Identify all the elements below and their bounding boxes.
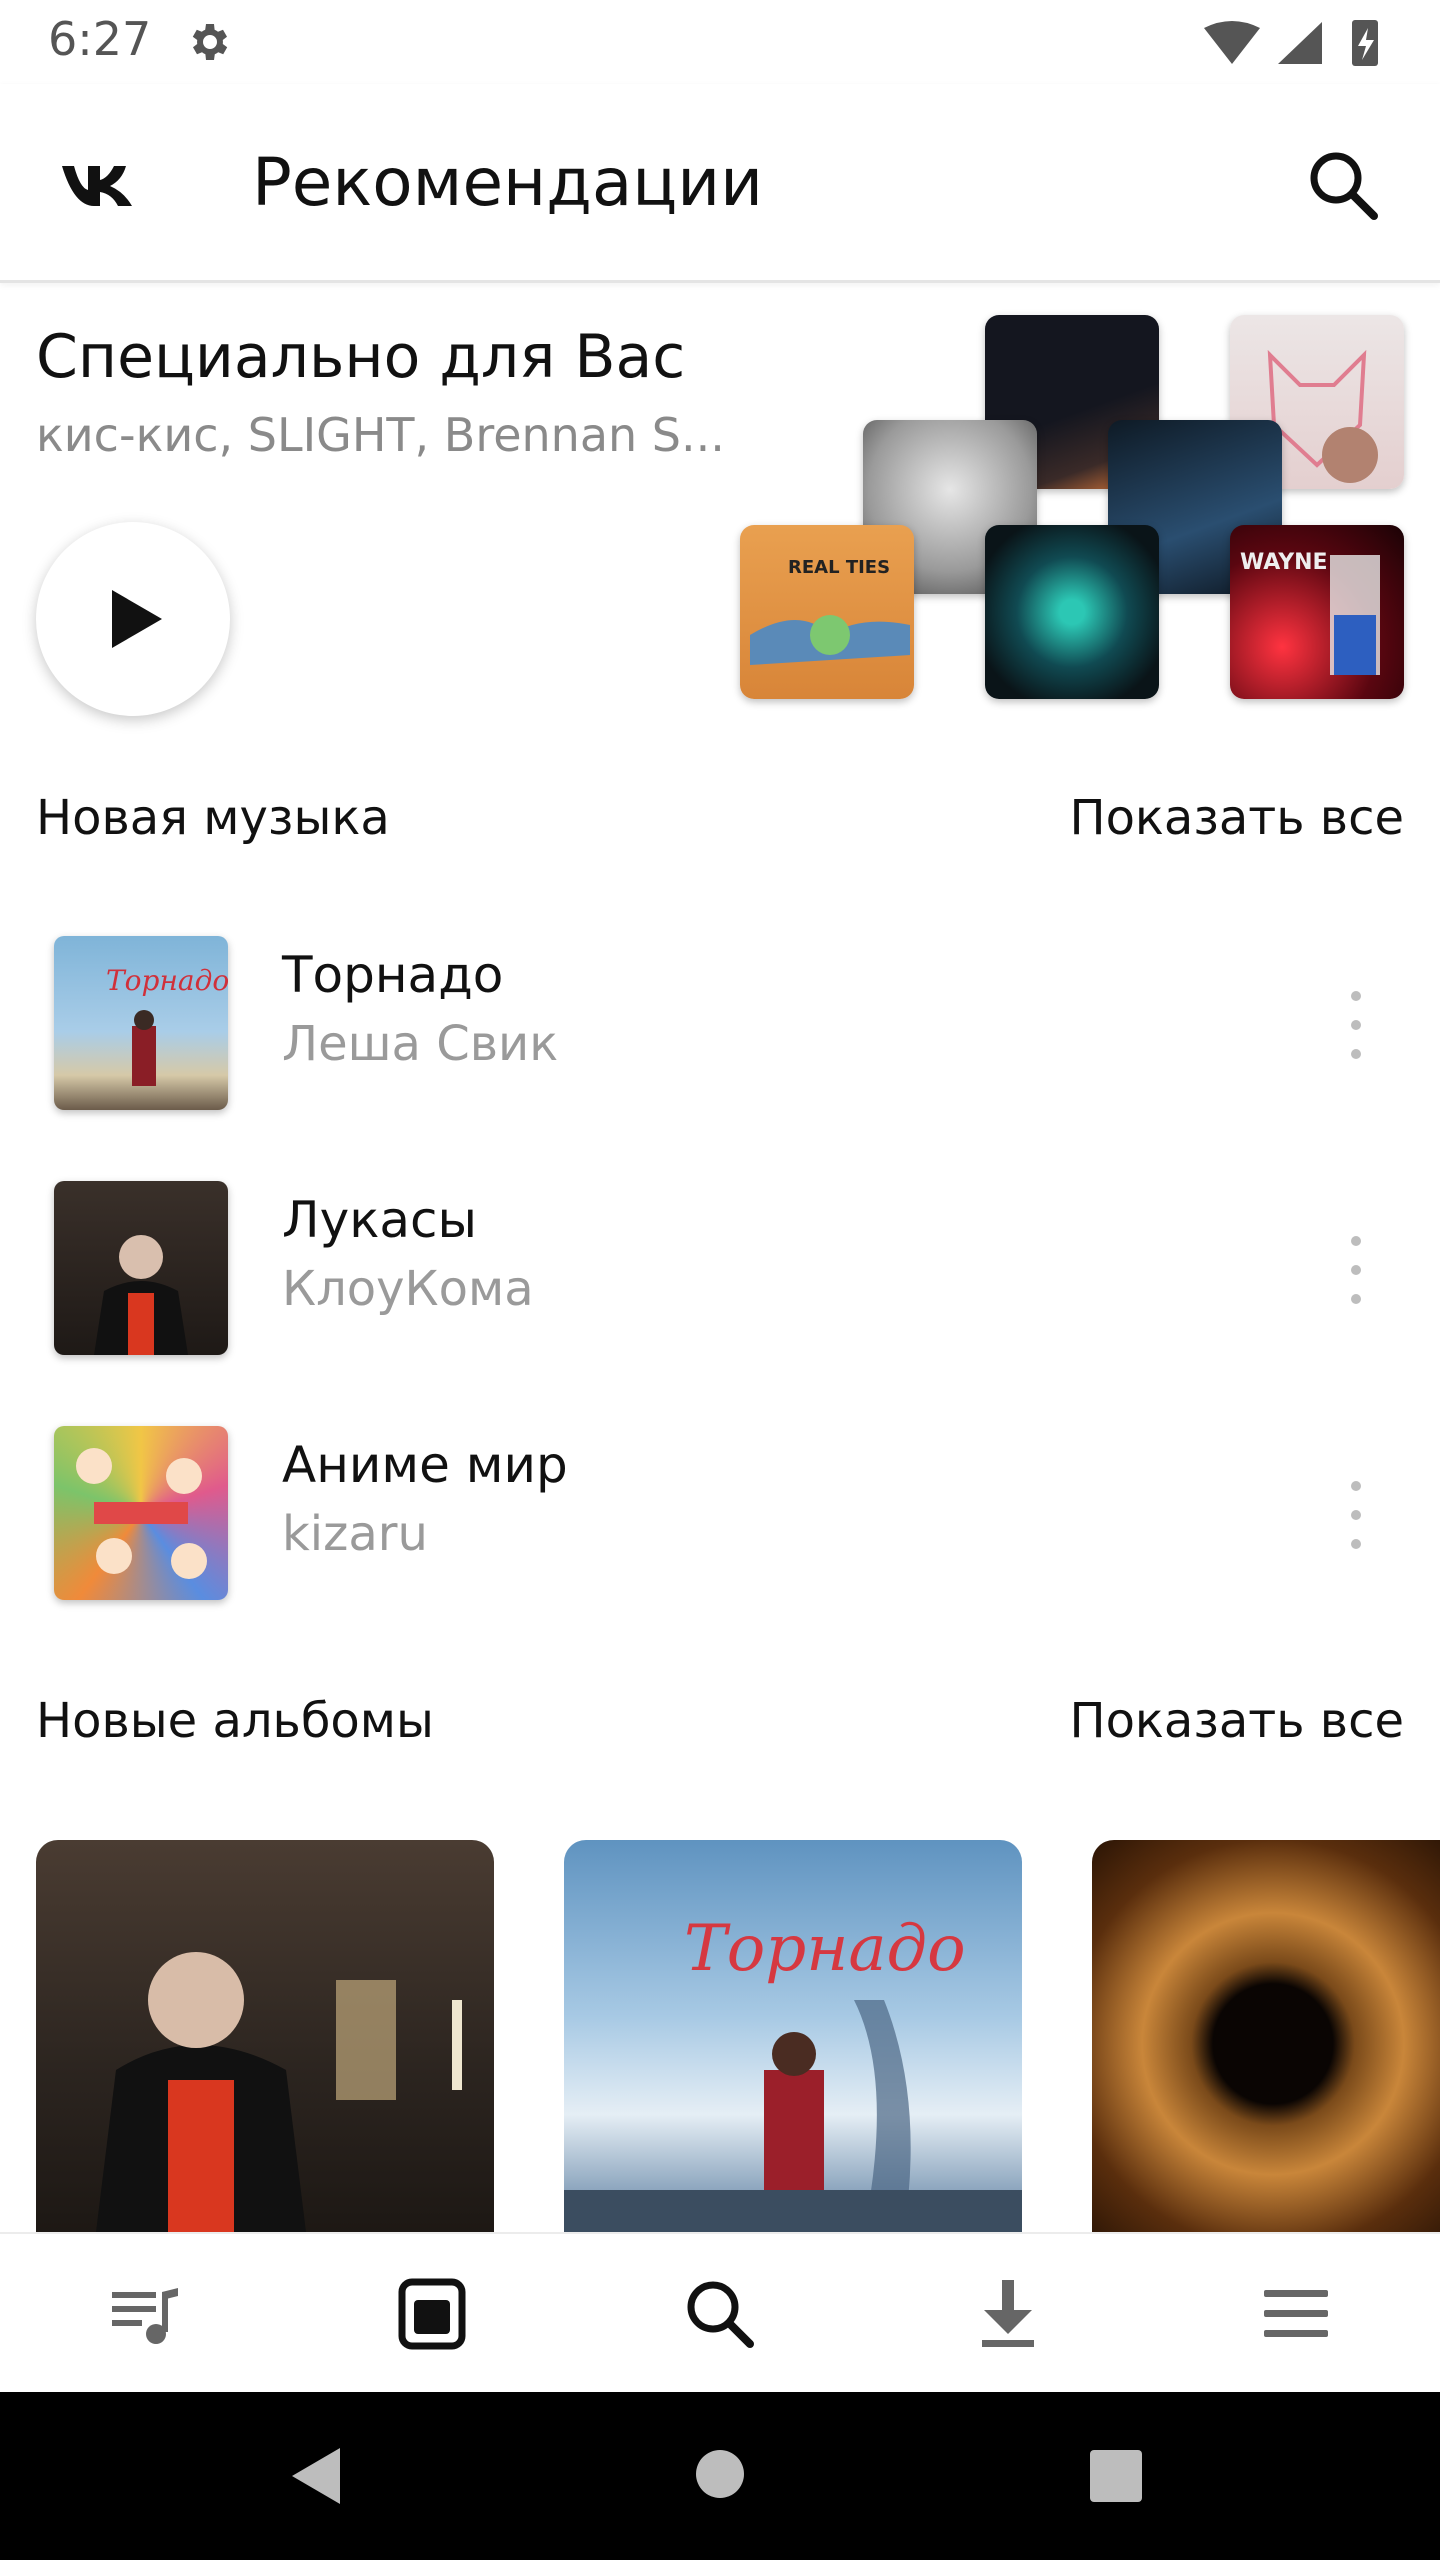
track-artist: КлоуКома [282,1261,534,1317]
track-artist: Леша Свик [282,1016,559,1072]
status-bar: 6:27 [0,0,1440,84]
cover-5[interactable]: REAL TIES [740,525,914,699]
search-icon[interactable] [680,2274,760,2354]
downloads-icon[interactable] [968,2274,1048,2354]
app-bar: Рекомендации [0,84,1440,283]
track-row[interactable]: Аниме мир kizaru [0,1400,1440,1630]
track-title: Лукасы [282,1191,477,1249]
search-icon[interactable] [1302,144,1386,228]
play-icon [112,590,162,648]
svg-text:Торнадо: Торнадо [106,964,228,997]
cover-6[interactable] [985,525,1159,699]
track-row[interactable]: Торнадо Торнадо Леша Свик [0,910,1440,1140]
album-card[interactable] [36,1840,494,2232]
status-time: 6:27 [48,12,152,66]
track-title: Аниме мир [282,1436,568,1494]
vk-logo[interactable] [60,162,136,210]
more-options-icon[interactable] [1336,980,1376,1070]
more-options-icon[interactable] [1336,1225,1376,1315]
track-row[interactable]: Лукасы КлоуКома [0,1155,1440,1385]
track-artwork: Торнадо [54,936,228,1110]
track-artist: kizaru [282,1506,428,1562]
recents-icon[interactable] [1090,2450,1142,2502]
wifi-icon [1204,21,1260,64]
special-title[interactable]: Специально для Вас [36,322,685,392]
svg-text:Торнадо: Торнадо [684,1912,966,1986]
svg-text:REAL TIES: REAL TIES [788,557,890,578]
bottom-navigation [0,2232,1440,2394]
status-icons [1204,20,1378,66]
new-albums-show-all-link[interactable]: Показать все [1069,1693,1404,1749]
track-artwork [54,1426,228,1600]
svg-text:WAYNE: WAYNE [1240,550,1328,575]
album-card[interactable] [1092,1840,1440,2232]
recommendations-icon[interactable] [392,2274,472,2354]
signal-icon [1278,22,1322,64]
album-card[interactable]: Торнадо [564,1840,1022,2232]
track-title: Торнадо [282,946,504,1004]
more-options-icon[interactable] [1336,1470,1376,1560]
play-button[interactable] [36,522,230,716]
back-icon[interactable] [288,2444,344,2508]
cover-7[interactable]: WAYNE [1230,525,1404,699]
menu-icon[interactable] [1256,2274,1336,2354]
page-title: Рекомендации [252,144,763,221]
system-navigation-bar [0,2392,1440,2560]
new-albums-heading: Новые альбомы [36,1693,434,1749]
track-artwork [54,1181,228,1355]
special-subtitle: кис-кис, SLIGHT, Brennan S... [36,408,725,462]
new-music-heading: Новая музыка [36,790,390,846]
gear-icon [192,24,228,60]
new-music-show-all-link[interactable]: Показать все [1069,790,1404,846]
home-icon[interactable] [694,2448,746,2500]
my-music-icon[interactable] [106,2274,186,2354]
